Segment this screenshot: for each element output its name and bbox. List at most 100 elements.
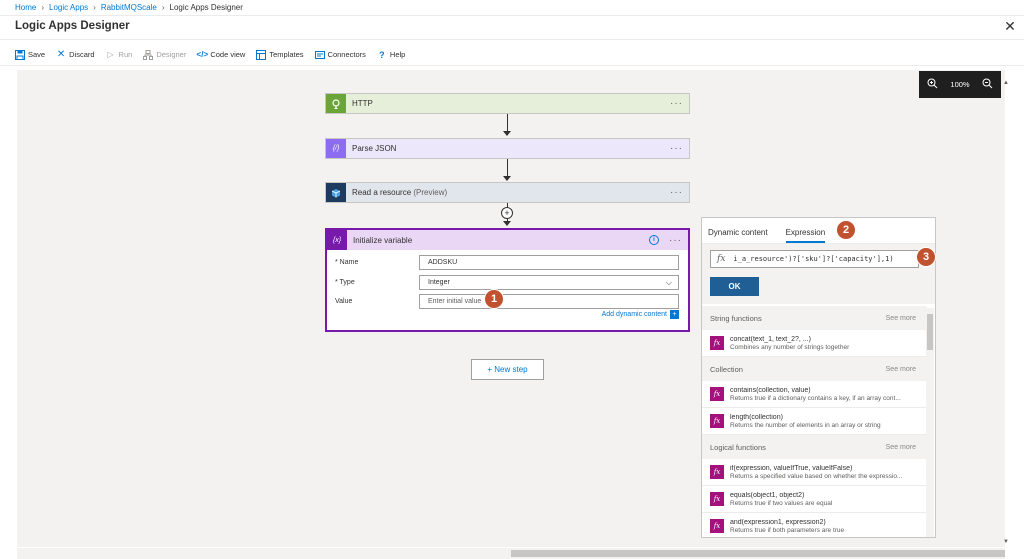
designer-button[interactable]: Designer	[143, 49, 187, 60]
list-item[interactable]: fx length(collection) Returns the number…	[702, 408, 927, 435]
connectors-button[interactable]: Connectors	[314, 50, 366, 60]
cube-icon	[326, 183, 346, 202]
designer-label: Designer	[156, 50, 187, 59]
read-resource-step[interactable]: Read a resource (Preview) ···	[325, 182, 690, 203]
name-input[interactable]: ADDSKU	[419, 254, 679, 270]
scrollbar-thumb[interactable]	[511, 550, 1005, 557]
section-name: String functions	[710, 313, 762, 323]
templates-label: Templates	[269, 50, 304, 59]
initialize-variable-step[interactable]: {x} Initialize variable i ··· * Name ADD…	[325, 228, 690, 332]
breadcrumb-current: Logic Apps Designer	[169, 3, 243, 12]
code-icon: </>	[196, 50, 209, 59]
more-icon[interactable]: ···	[670, 98, 683, 109]
list-item[interactable]: fx equals(object1, object2) Returns true…	[702, 486, 927, 513]
list-item[interactable]: fx concat(text_1, text_2?, ...) Combines…	[702, 330, 927, 357]
title-bar: Logic Apps Designer ✕	[0, 16, 1024, 40]
zoom-in-icon[interactable]	[927, 78, 938, 91]
panel-tabs: Dynamic content Expression	[702, 218, 935, 244]
designer-icon	[143, 49, 154, 60]
save-icon	[15, 49, 25, 60]
new-step-button[interactable]: + New step	[471, 359, 544, 380]
chevron-right-icon: ›	[41, 3, 45, 12]
help-icon: ?	[379, 49, 385, 60]
function-name: if(expression, valueIfTrue, valueIfFalse…	[730, 464, 853, 472]
add-dynamic-content-link[interactable]: Add dynamic content +	[602, 310, 679, 319]
scrollbar-thumb[interactable]	[927, 314, 933, 350]
info-icon[interactable]: i	[649, 235, 659, 245]
templates-button[interactable]: Templates	[256, 49, 304, 60]
add-dynamic-content-label: Add dynamic content	[601, 311, 667, 318]
breadcrumb-rabbitmqscale[interactable]: RabbitMQScale	[101, 3, 157, 12]
breadcrumb-home[interactable]: Home	[15, 3, 36, 12]
ok-button[interactable]: OK	[710, 277, 759, 296]
function-desc: Returns true if a dictionary contains a …	[730, 394, 901, 402]
function-desc: Returns the number of elements in an arr…	[730, 421, 881, 429]
breadcrumb-logic-apps[interactable]: Logic Apps	[49, 3, 88, 12]
function-icon: fx	[710, 492, 724, 506]
function-list: String functions See more fx concat(text…	[702, 306, 927, 537]
name-label: * Name	[335, 258, 359, 266]
vertical-scrollbar[interactable]: ▲ ▼	[1003, 70, 1011, 547]
close-icon[interactable]: ✕	[1002, 18, 1018, 34]
type-label: * Type	[335, 278, 355, 286]
templates-icon	[256, 49, 267, 60]
parse-json-step[interactable]: {/} Parse JSON ···	[325, 138, 690, 159]
function-name: equals(object1, object2)	[730, 491, 805, 499]
discard-button[interactable]: ✕ Discard	[56, 49, 95, 60]
function-desc: Returns true if two values are equal	[730, 499, 833, 507]
type-row: * Type Integer ⌵	[335, 274, 679, 290]
connector-line	[507, 159, 508, 177]
arrow-down-icon	[503, 176, 511, 181]
horizontal-scrollbar[interactable]	[17, 548, 1005, 559]
variable-icon: {x}	[327, 230, 347, 250]
breadcrumb: Home › Logic Apps › RabbitMQScale › Logi…	[0, 0, 1024, 16]
read-resource-step-title: Read a resource	[352, 188, 412, 197]
expression-input[interactable]: fx i_a_resource')?['sku']?['capacity'],1…	[710, 250, 919, 268]
page-title: Logic Apps Designer	[15, 20, 130, 32]
list-item[interactable]: fx contains(collection, value) Returns t…	[702, 381, 927, 408]
function-name: concat(text_1, text_2?, ...)	[730, 335, 811, 343]
type-value: Integer	[428, 278, 450, 286]
function-desc: Combines any number of strings together	[730, 343, 850, 351]
tab-expression[interactable]: Expression	[785, 228, 826, 243]
function-icon: fx	[717, 254, 726, 264]
panel-scrollbar[interactable]	[926, 308, 934, 537]
list-item[interactable]: fx if(expression, valueIfTrue, valueIfFa…	[702, 459, 927, 486]
add-step-icon[interactable]: +	[501, 207, 513, 219]
tab-dynamic-content[interactable]: Dynamic content	[708, 228, 768, 243]
initialize-variable-header[interactable]: {x} Initialize variable i ···	[327, 230, 688, 250]
save-button[interactable]: Save	[15, 49, 45, 60]
http-step[interactable]: HTTP ···	[325, 93, 690, 114]
more-icon[interactable]: ···	[669, 235, 682, 246]
see-more-link[interactable]: See more	[886, 366, 916, 373]
zoom-out-icon[interactable]	[982, 78, 993, 91]
section-logical-functions: Logical functions See more	[702, 435, 927, 459]
scroll-up-icon[interactable]: ▲	[1003, 80, 1009, 86]
expression-text: i_a_resource')?['sku']?['capacity'],1)	[733, 255, 894, 263]
more-icon[interactable]: ···	[670, 143, 683, 154]
arrow-down-icon	[503, 131, 511, 136]
connectors-label: Connectors	[327, 50, 366, 59]
see-more-link[interactable]: See more	[886, 444, 916, 451]
see-more-link[interactable]: See more	[886, 315, 916, 322]
scroll-down-icon[interactable]: ▼	[1003, 539, 1009, 545]
list-item[interactable]: fx and(expression1, expression2) Returns…	[702, 513, 927, 537]
type-select[interactable]: Integer ⌵	[419, 274, 679, 290]
parse-json-step-title: Parse JSON	[352, 144, 397, 153]
function-icon: fx	[710, 465, 724, 479]
plus-icon: +	[670, 310, 679, 319]
value-label: Value	[335, 297, 353, 305]
http-icon	[326, 94, 346, 113]
chevron-right-icon: ›	[93, 3, 96, 12]
callout-badge-1: 1	[484, 289, 504, 309]
more-icon[interactable]: ···	[670, 187, 683, 198]
run-button[interactable]: ▷ Run	[106, 50, 132, 60]
help-button[interactable]: ? Help	[377, 50, 405, 60]
dynamic-content-panel: Dynamic content Expression fx i_a_resour…	[701, 217, 936, 538]
value-input[interactable]: Enter initial value	[419, 293, 679, 309]
play-icon: ▷	[107, 50, 114, 59]
code-view-button[interactable]: </> Code view	[196, 50, 246, 60]
x-icon: ✕	[56, 49, 66, 60]
arrow-down-icon	[503, 221, 511, 226]
connectors-icon	[314, 50, 325, 60]
